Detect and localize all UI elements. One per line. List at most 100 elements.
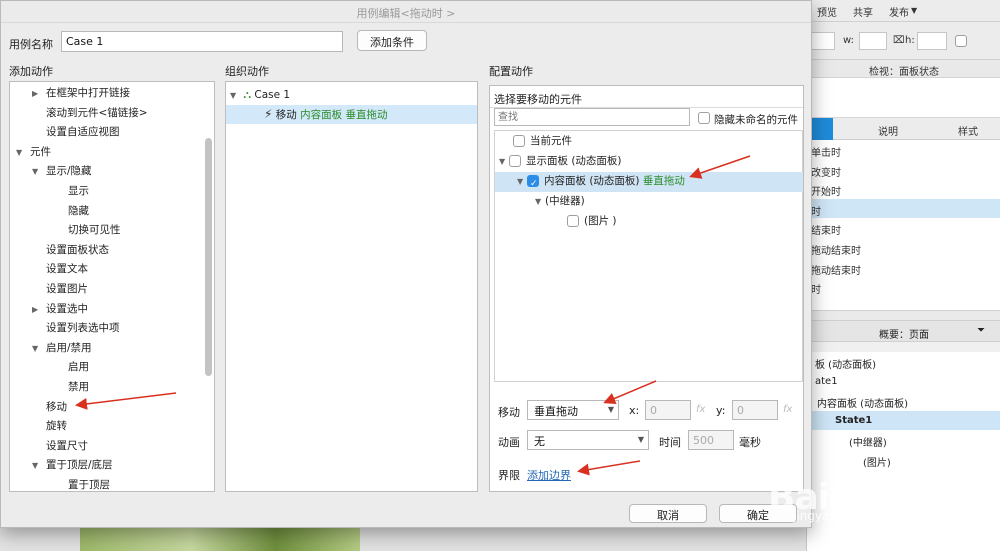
action-item[interactable]: 禁用 xyxy=(48,378,89,398)
chevron-right-icon[interactable]: ▶ xyxy=(32,300,42,320)
select-widget-header: 选择要移动的元件 xyxy=(490,86,803,108)
tree-item-label: 内容面板 (动态面板) xyxy=(544,175,640,187)
list-item[interactable]: 拖动结束时 xyxy=(807,238,1000,258)
chevron-down-icon[interactable]: ▼ xyxy=(16,143,26,163)
action-item-label: 设置列表选中项 xyxy=(46,322,120,335)
tree-item-current[interactable]: 当前元件 xyxy=(513,132,572,152)
chevron-down-icon[interactable]: ▼ xyxy=(499,152,509,172)
filter-icon[interactable]: ⏷ xyxy=(977,325,985,336)
hide-unnamed-checkbox[interactable] xyxy=(698,112,710,124)
list-item[interactable]: 时 xyxy=(807,198,1000,219)
link-icon[interactable]: ⌧ xyxy=(893,35,905,46)
action-item-label: 置于顶层 xyxy=(68,479,110,491)
tree-item[interactable]: ate1 xyxy=(807,372,1000,392)
chevron-down-icon[interactable]: ▼ xyxy=(32,456,42,476)
tree-item-content-panel[interactable]: ▼ 内容面板 (动态面板) 垂直拖动 xyxy=(495,172,803,195)
action-item[interactable]: 设置列表选中项 xyxy=(32,319,120,339)
bg-hidden-checkbox[interactable] xyxy=(955,35,967,47)
y-input[interactable]: 0 xyxy=(732,400,778,420)
chevron-down-icon[interactable]: ▼ xyxy=(32,162,42,182)
add-bounds-link[interactable]: 添加边界 xyxy=(527,467,571,483)
y-fx-button[interactable]: fx xyxy=(783,404,792,415)
add-action-scrollbar[interactable] xyxy=(205,138,212,376)
bg-y-field[interactable] xyxy=(811,32,835,50)
tree-item[interactable]: (图片) xyxy=(807,450,1000,470)
move-type-select[interactable]: 垂直拖动 ▼ xyxy=(527,400,619,420)
action-item[interactable]: 启用 xyxy=(48,358,89,378)
animation-select[interactable]: 无 ▼ xyxy=(527,430,649,450)
action-item[interactable]: 设置面板状态 xyxy=(32,241,109,261)
cancel-button[interactable]: 取消 xyxy=(629,504,707,523)
action-item[interactable]: 设置图片 xyxy=(32,280,88,300)
action-item[interactable]: 隐藏 xyxy=(48,202,89,222)
action-item[interactable]: ▼ 元件 xyxy=(16,143,51,163)
x-fx-button[interactable]: fx xyxy=(696,404,705,415)
bg-preview-button[interactable]: 预览 xyxy=(817,4,837,19)
chevron-down-icon[interactable]: ▼ xyxy=(32,339,42,359)
time-input[interactable]: 500 xyxy=(688,430,734,450)
action-item[interactable]: 滚动到元件<锚链接> xyxy=(32,104,148,124)
action-item[interactable]: ▶ 在框架中打开链接 xyxy=(32,84,130,104)
tree-item[interactable]: 板 (动态面板) xyxy=(807,352,1000,372)
action-item[interactable]: 旋转 xyxy=(32,417,67,437)
tree-item-display-panel[interactable]: ▼ 显示面板 (动态面板) xyxy=(499,152,622,172)
current-checkbox[interactable] xyxy=(513,135,525,147)
action-item[interactable]: ▼ 显示/隐藏 xyxy=(32,162,92,182)
tree-item[interactable]: 内容面板 (动态面板) xyxy=(807,391,1000,411)
chevron-down-icon[interactable]: ▼ xyxy=(535,192,545,212)
list-item[interactable]: 单击时 xyxy=(807,140,1000,160)
chevron-down-icon[interactable]: ▼ xyxy=(517,172,527,192)
bg-w-label: w: xyxy=(843,35,855,46)
x-input[interactable]: 0 xyxy=(645,400,691,420)
add-action-tree: ▶ 在框架中打开链接滚动到元件<锚链接> 设置自适应视图 ▼ 元件 ▼ 显示/隐藏显示隐藏切… xyxy=(9,81,215,492)
action-row[interactable]: ⚡ 移动 内容面板 垂直拖动 xyxy=(226,105,477,124)
tree-item[interactable]: (中继器) xyxy=(807,430,1000,450)
widget-tree: 当前元件 ▼ 显示面板 (动态面板) ▼ 内容面板 (动态面板) 垂直拖动 ▼(中继… xyxy=(494,130,803,382)
bg-share-button[interactable]: 共享 xyxy=(853,4,873,19)
add-condition-button[interactable]: 添加条件 xyxy=(357,30,427,51)
action-item[interactable]: 移动 xyxy=(32,398,67,418)
action-item-label: 在框架中打开链接 xyxy=(46,87,130,99)
bg-h-field[interactable] xyxy=(917,32,947,50)
list-item[interactable]: 改变时 xyxy=(807,160,1000,180)
action-item-label: 设置尺寸 xyxy=(46,439,88,452)
action-item[interactable]: 设置文本 xyxy=(32,260,88,280)
case-row[interactable]: ▼ ⛬ Case 1 xyxy=(226,85,477,104)
tree-item-image[interactable]: (图片 ) xyxy=(567,212,617,232)
tree-item-repeater[interactable]: ▼ (中继器) xyxy=(535,192,585,212)
bg-horizontal-scrollbar[interactable] xyxy=(807,310,1000,320)
tree-item[interactable]: State1 xyxy=(807,410,1000,431)
case-label: Case 1 xyxy=(254,89,291,101)
action-item-label: 显示 xyxy=(68,185,89,197)
display-panel-checkbox[interactable] xyxy=(509,155,521,167)
search-input[interactable] xyxy=(494,108,690,126)
action-item-label: 切换可见性 xyxy=(68,224,121,237)
case-name-input[interactable] xyxy=(61,31,343,52)
content-panel-checkbox[interactable] xyxy=(527,175,539,195)
list-item[interactable]: 结束时 xyxy=(807,218,1000,238)
action-item[interactable]: ▼ 启用/禁用 xyxy=(32,339,92,359)
action-item[interactable]: ▶ 设置选中 xyxy=(32,300,88,320)
chevron-down-icon: ▼ xyxy=(637,435,644,444)
bg-w-field[interactable] xyxy=(859,32,887,50)
list-item[interactable]: 开始时 xyxy=(807,179,1000,199)
tree-item-suffix: 垂直拖动 xyxy=(642,175,685,187)
chevron-right-icon[interactable]: ▶ xyxy=(32,84,42,104)
action-item[interactable]: 设置尺寸 xyxy=(32,437,88,457)
bg-publish-button[interactable]: 发布 xyxy=(889,4,909,19)
action-item[interactable]: ▼ 置于顶层/底层 xyxy=(32,456,113,476)
action-item[interactable]: 设置自适应视图 xyxy=(32,123,120,143)
y-label: y: xyxy=(716,404,726,417)
list-item[interactable]: 时 xyxy=(807,277,1000,297)
action-target: 内容面板 垂直拖动 xyxy=(300,109,388,121)
action-item-label: 设置选中 xyxy=(46,302,88,315)
tree-item-label: 显示面板 (动态面板) xyxy=(526,155,622,167)
tab-notes[interactable]: 说明 xyxy=(843,118,933,140)
move-label: 移动 xyxy=(498,406,520,419)
list-item[interactable]: 拖动结束时 xyxy=(807,258,1000,278)
action-item[interactable]: 置于顶层 xyxy=(48,476,110,491)
image-checkbox[interactable] xyxy=(567,215,579,227)
tab-style[interactable]: 样式 xyxy=(935,118,1000,140)
action-item[interactable]: 切换可见性 xyxy=(48,221,121,241)
action-item[interactable]: 显示 xyxy=(48,182,89,202)
